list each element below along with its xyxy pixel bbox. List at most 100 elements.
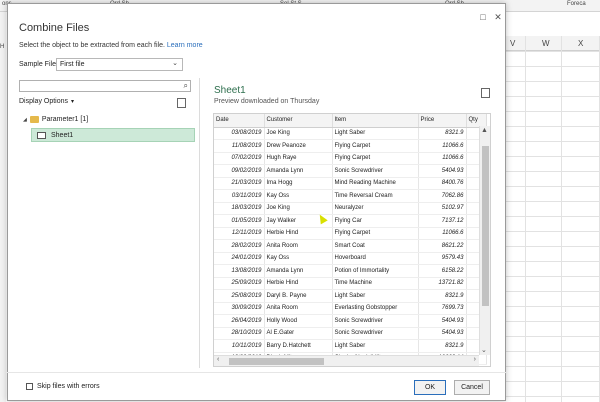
cell-date[interactable]: 03/11/2019 [214, 189, 265, 203]
cell-date[interactable]: 10/11/2019 [214, 339, 265, 353]
cell-item[interactable]: Mind Reading Machine [332, 177, 419, 190]
cell-item[interactable]: Light Saber [332, 289, 419, 303]
table-row[interactable]: 26/04/2019 Holly Wood Sonic Screwdriver 540… [214, 314, 487, 328]
search-input[interactable]: ⌕ [19, 80, 191, 92]
cell-item[interactable]: Flying Carpet [332, 152, 419, 165]
cell-price[interactable]: 13721.82 [418, 277, 467, 290]
cell-price[interactable]: 7137.12 [418, 214, 467, 228]
table-row[interactable]: 09/02/2019 Amanda Lynn Sonic Screwdriver 54… [214, 164, 487, 178]
cell-price[interactable]: 8321.9 [418, 127, 467, 140]
cell-customer[interactable]: Kay Oss [264, 252, 333, 265]
cell-date[interactable]: 26/04/2019 [214, 314, 265, 328]
cell-customer[interactable]: Anita Room [264, 239, 333, 253]
cell-item[interactable]: Light Saber [332, 339, 419, 353]
column-header-price[interactable]: Price [418, 114, 467, 128]
table-row[interactable]: 13/08/2019 Amanda Lynn Potion of Immortali… [214, 264, 487, 278]
cell-price[interactable]: 5404.93 [418, 164, 467, 178]
tree-item-sheet1[interactable]: Sheet1 [31, 128, 195, 142]
column-header-date[interactable]: Date [214, 114, 265, 128]
cell-date[interactable]: 25/09/2019 [214, 277, 265, 290]
horizontal-scroll-thumb[interactable] [229, 358, 324, 365]
cell-customer[interactable]: Kay Oss [264, 189, 333, 203]
learn-more-link[interactable]: Learn more [167, 42, 203, 49]
cell-price[interactable]: 11066.6 [418, 139, 467, 153]
cancel-button[interactable]: Cancel [454, 380, 490, 395]
cell-item[interactable]: Sonic Screwdriver [332, 327, 419, 340]
cell-date[interactable]: 12/11/2019 [214, 227, 265, 240]
expand-triangle-icon[interactable]: ◢ [23, 117, 27, 123]
cell-item[interactable]: Everlasting Gobstopper [332, 302, 419, 315]
table-row[interactable]: 01/05/2019 Jay Walker Flying Car 7137.12 [214, 214, 487, 228]
table-row[interactable]: 18/03/2019 Joe King Neuralyzer 5102.97 [214, 202, 487, 215]
cell-item[interactable]: Sonic Screwdriver [332, 164, 419, 178]
cell-price[interactable]: 6158.22 [418, 264, 467, 278]
cell-price[interactable]: 5102.97 [418, 202, 467, 215]
cell-date[interactable]: 03/08/2019 [214, 127, 265, 140]
cell-item[interactable]: Flying Carpet [332, 227, 419, 240]
scroll-left-icon[interactable]: ‹ [217, 356, 219, 363]
cell-item[interactable]: Sonic Screwdriver [332, 314, 419, 328]
cell-customer[interactable]: Joe King [264, 127, 333, 140]
table-row[interactable]: 28/02/2019 Anita Room Smart Coat 8621.22 [214, 239, 487, 253]
cell-date[interactable]: 30/09/2019 [214, 302, 265, 315]
cell-customer[interactable]: Drew Peanoze [264, 139, 333, 153]
cell-customer[interactable]: Al E.Gater [264, 327, 333, 340]
preview-file-icon[interactable] [481, 88, 490, 98]
cell-date[interactable]: 07/02/2019 [214, 152, 265, 165]
table-row[interactable]: 30/09/2019 Anita Room Everlasting Gobstopp… [214, 302, 487, 315]
excel-grid[interactable] [506, 36, 600, 402]
cell-price[interactable]: 8321.9 [418, 339, 467, 353]
table-row[interactable]: 10/11/2019 Barry D.Hatchett Light Saber 832… [214, 339, 487, 353]
excel-col-w[interactable]: W [542, 39, 550, 48]
cell-item[interactable]: Time Reversal Cream [332, 189, 419, 203]
table-row[interactable]: 03/11/2019 Kay Oss Time Reversal Cream 7062… [214, 189, 487, 203]
cell-date[interactable]: 28/02/2019 [214, 239, 265, 253]
vertical-scrollbar[interactable]: ▲ ⌄ [479, 126, 490, 355]
cell-item[interactable]: Flying Car [332, 214, 419, 228]
cell-customer[interactable]: Anita Room [264, 302, 333, 315]
close-icon[interactable]: ✕ [493, 12, 503, 22]
cell-customer[interactable]: Ima Hogg [264, 177, 333, 190]
scroll-right-icon[interactable]: › [474, 356, 476, 363]
ok-button[interactable]: OK [414, 380, 446, 395]
scroll-down-icon[interactable]: ⌄ [481, 346, 487, 354]
cell-date[interactable]: 28/10/2019 [214, 327, 265, 340]
cell-date[interactable]: 11/08/2019 [214, 139, 265, 153]
cell-item[interactable]: Light Saber [332, 127, 419, 140]
maximize-icon[interactable]: □ [478, 12, 488, 22]
cell-customer[interactable]: Holly Wood [264, 314, 333, 328]
cell-date[interactable]: 13/08/2019 [214, 264, 265, 278]
table-row[interactable]: 25/09/2019 Herbie Hind Time Machine 13721.8… [214, 277, 487, 290]
cell-customer[interactable]: Hugh Raye [264, 152, 333, 165]
cell-date[interactable]: 24/01/2019 [214, 252, 265, 265]
cell-customer[interactable]: Amanda Lynn [264, 264, 333, 278]
cell-price[interactable]: 11066.6 [418, 152, 467, 165]
cell-price[interactable]: 5404.93 [418, 314, 467, 328]
cell-price[interactable]: 8400.76 [418, 177, 467, 190]
sample-file-select[interactable]: First file ⌄ [56, 58, 183, 71]
table-row[interactable]: 03/08/2019 Joe King Light Saber 8321.9 [214, 127, 487, 140]
cell-customer[interactable]: Barry D.Hatchett [264, 339, 333, 353]
cell-item[interactable]: Smart Coat [332, 239, 419, 253]
preview-table[interactable]: Date Customer Item Price Qty 03/08/2019 J… [213, 113, 491, 367]
cell-item[interactable]: Potion of Immortality [332, 264, 419, 278]
cell-price[interactable]: 7062.86 [418, 189, 467, 203]
cell-price[interactable]: 7699.73 [418, 302, 467, 315]
table-row[interactable]: 24/01/2019 Kay Oss Hoverboard 9579.43 [214, 252, 487, 265]
scroll-up-icon[interactable]: ▲ [481, 127, 488, 134]
cell-customer[interactable]: Herbie Hind [264, 227, 333, 240]
cell-date[interactable]: 25/08/2019 [214, 289, 265, 303]
cell-price[interactable]: 8621.22 [418, 239, 467, 253]
table-row[interactable]: 12/11/2019 Herbie Hind Flying Carpet 11066.… [214, 227, 487, 240]
table-row[interactable]: 21/03/2019 Ima Hogg Mind Reading Machine 84… [214, 177, 487, 190]
cell-price[interactable]: 9579.43 [418, 252, 467, 265]
cell-date[interactable]: 01/05/2019 [214, 214, 265, 228]
cell-item[interactable]: Neuralyzer [332, 202, 419, 215]
cell-price[interactable]: 8321.9 [418, 289, 467, 303]
excel-col-x[interactable]: X [578, 39, 583, 48]
search-icon[interactable]: ⌕ [184, 81, 188, 91]
cell-item[interactable]: Flying Carpet [332, 139, 419, 153]
skip-errors-checkbox[interactable]: Skip files with errors [26, 383, 100, 390]
horizontal-scrollbar[interactable]: ‹ › [214, 355, 479, 366]
table-row[interactable]: 28/10/2019 Al E.Gater Sonic Screwdriver 540… [214, 327, 487, 340]
